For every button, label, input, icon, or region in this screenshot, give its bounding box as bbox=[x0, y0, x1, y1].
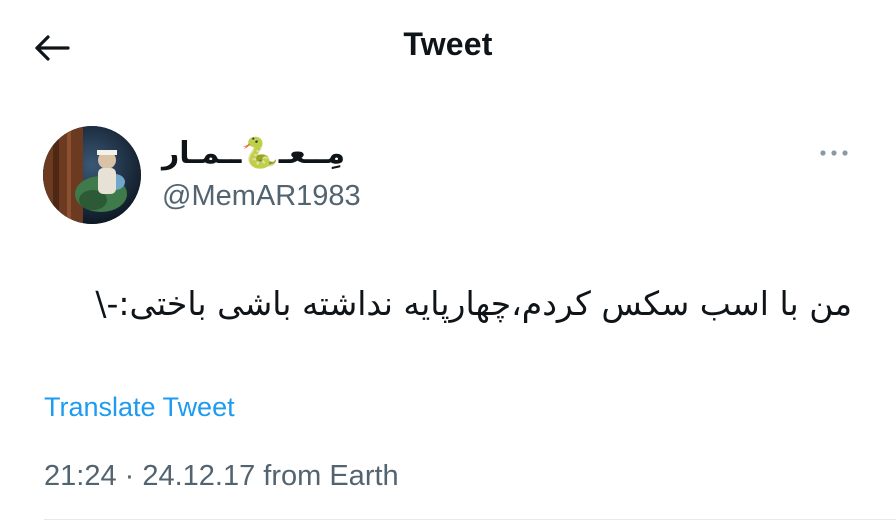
header-bar: Tweet bbox=[0, 0, 896, 96]
translate-tweet-link[interactable]: Translate Tweet bbox=[44, 390, 235, 424]
page-title: Tweet bbox=[403, 26, 493, 62]
username-handle[interactable]: @MemAR1983 bbox=[162, 178, 361, 214]
tweet-timestamp: 21:24 · 24.12.17 from Earth bbox=[44, 460, 399, 492]
display-name[interactable]: مِــعـ🐍ــمـار bbox=[162, 134, 345, 174]
more-options-button[interactable] bbox=[812, 140, 856, 166]
divider bbox=[44, 519, 896, 520]
avatar[interactable] bbox=[43, 126, 141, 224]
tweet-text: من با اسب سکس کردم،چهارپایه نداشته باشی … bbox=[95, 284, 852, 323]
ellipsis-icon bbox=[819, 144, 849, 162]
